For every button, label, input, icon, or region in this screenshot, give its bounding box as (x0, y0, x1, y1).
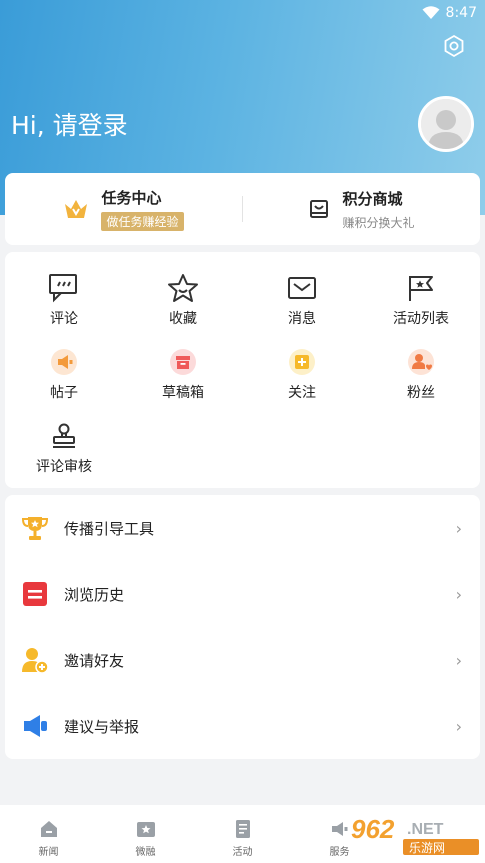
grid-label: 评论审核 (36, 459, 92, 475)
chevron-right-icon: › (455, 716, 462, 736)
svg-text:乐游网: 乐游网 (409, 841, 445, 855)
watermark-logo: 962 .NET 乐游网 (351, 814, 479, 855)
status-bar: 8:47 (422, 3, 477, 23)
status-time: 8:47 (445, 5, 477, 21)
trophy-icon (21, 517, 49, 540)
task-center-title: 任务中心 (101, 189, 162, 207)
nav-item-activity[interactable]: 活动 (194, 805, 291, 863)
megaphone-icon (51, 349, 77, 375)
function-grid: 评论 收藏 消息 活动列表 帖子 草稿箱 关注 粉丝 评论审核 (5, 252, 480, 488)
grid-item-favorites[interactable]: 收藏 (124, 270, 242, 328)
envelope-icon (288, 277, 316, 299)
grid-item-comment-review[interactable]: 评论审核 (5, 418, 123, 476)
list-item-spread-tools[interactable]: 传播引导工具 › (5, 495, 480, 561)
stamp-icon (53, 423, 75, 448)
points-mall-subtitle: 赚积分换大礼 (342, 215, 415, 230)
grid-item-posts[interactable]: 帖子 (5, 344, 123, 402)
chevron-right-icon: › (455, 518, 462, 538)
grid-label: 粉丝 (407, 385, 435, 401)
task-center-badge: 做任务赚经验 (101, 212, 184, 231)
task-center-button[interactable]: 任务中心 做任务赚经验 (5, 173, 242, 245)
default-avatar-icon (421, 99, 471, 149)
grid-label: 评论 (50, 311, 78, 327)
grid-label: 草稿箱 (162, 385, 204, 401)
list-item-history[interactable]: 浏览历史 › (5, 561, 480, 627)
chevron-right-icon: › (455, 650, 462, 670)
clipboard-icon (235, 820, 250, 838)
chevron-right-icon: › (455, 584, 462, 604)
home-icon (40, 821, 57, 837)
menu-list: 传播引导工具 › 浏览历史 › 邀请好友 › 建议与举报 › (5, 495, 480, 759)
svg-text:962: 962 (351, 814, 395, 844)
star-icon (168, 274, 198, 302)
task-card: 任务中心 做任务赚经验 积分商城 赚积分换大礼 (5, 173, 480, 245)
feedback-icon (24, 715, 47, 737)
svg-text:.NET: .NET (407, 821, 444, 838)
grid-label: 消息 (288, 311, 316, 327)
list-label: 建议与举报 (64, 717, 140, 736)
crown-icon (65, 200, 88, 218)
history-icon (23, 582, 47, 606)
grid-item-follow[interactable]: 关注 (243, 344, 361, 402)
list-item-feedback[interactable]: 建议与举报 › (5, 693, 480, 759)
nav-item-news[interactable]: 新闻 (0, 805, 97, 863)
points-mall-button[interactable]: 积分商城 赚积分换大礼 (243, 173, 480, 245)
grid-item-fans[interactable]: 粉丝 (362, 344, 480, 402)
shop-bag-icon (310, 200, 329, 218)
nav-label: 活动 (232, 847, 253, 858)
login-greeting[interactable]: Hi, 请登录 (11, 106, 128, 142)
nav-label: 微融 (135, 847, 156, 858)
avatar[interactable] (418, 96, 474, 152)
list-label: 邀请好友 (64, 651, 125, 670)
flag-icon (409, 276, 433, 301)
follow-plus-icon (289, 349, 315, 375)
comment-icon (49, 274, 77, 303)
list-label: 传播引导工具 (64, 519, 155, 538)
nav-item-weirong[interactable]: 微融 (97, 805, 194, 863)
list-label: 浏览历史 (64, 585, 125, 604)
wifi-icon (422, 6, 440, 19)
list-item-invite[interactable]: 邀请好友 › (5, 627, 480, 693)
grid-label: 收藏 (169, 311, 197, 327)
star-box-icon (136, 822, 155, 837)
grid-label: 活动列表 (393, 311, 449, 327)
settings-button[interactable] (441, 33, 467, 59)
points-mall-title: 积分商城 (342, 189, 403, 208)
settings-icon (444, 34, 464, 58)
nav-label: 新闻 (38, 847, 59, 858)
grid-item-messages[interactable]: 消息 (243, 270, 361, 328)
invite-friend-icon (22, 648, 49, 674)
fans-icon (408, 349, 434, 375)
grid-label: 关注 (288, 385, 316, 401)
grid-item-comment[interactable]: 评论 (5, 270, 123, 328)
grid-item-activity-list[interactable]: 活动列表 (362, 270, 480, 328)
grid-label: 帖子 (50, 385, 78, 401)
grid-item-drafts[interactable]: 草稿箱 (124, 344, 242, 402)
draft-box-icon (170, 349, 196, 375)
